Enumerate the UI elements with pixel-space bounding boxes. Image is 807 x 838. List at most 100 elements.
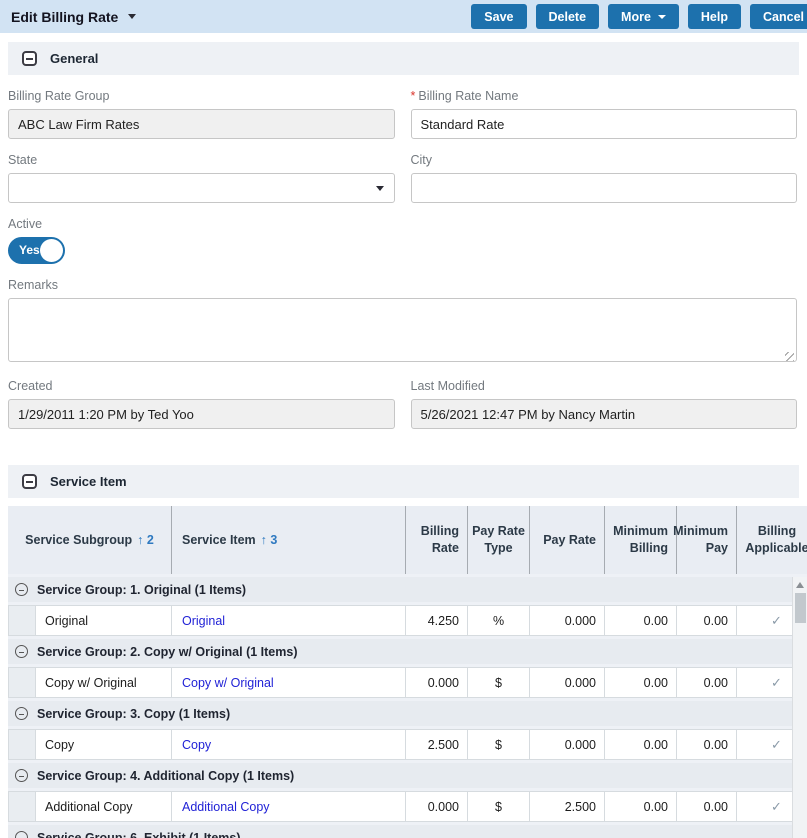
remarks-field[interactable] bbox=[8, 298, 797, 362]
table-header-row: Service Subgroup ↑ 2 Service Item ↑ 3 Bi… bbox=[8, 506, 807, 574]
scrollbar-thumb[interactable] bbox=[795, 593, 806, 623]
delete-button-label: Delete bbox=[549, 10, 587, 24]
column-header-minimum-pay[interactable]: Minimum Pay bbox=[677, 506, 737, 574]
state-select[interactable] bbox=[8, 173, 395, 203]
service-item-cell: Original bbox=[172, 605, 406, 636]
check-icon: ✓ bbox=[771, 799, 782, 815]
row-indent-cell bbox=[8, 729, 36, 760]
billing-rate-name-field[interactable] bbox=[411, 109, 798, 139]
table-row: Copy w/ Original Copy w/ Original 0.000 … bbox=[8, 667, 807, 698]
table-row: Additional Copy Additional Copy 0.000 $ … bbox=[8, 791, 807, 822]
service-item-cell: Additional Copy bbox=[172, 791, 406, 822]
delete-button[interactable]: Delete bbox=[536, 4, 600, 29]
city-field[interactable] bbox=[411, 173, 798, 203]
toggle-knob bbox=[40, 239, 63, 262]
minimum-billing-cell: 0.00 bbox=[605, 605, 677, 636]
created-field bbox=[8, 399, 395, 429]
group-header-row: Service Group: 4. Additional Copy (1 Ite… bbox=[8, 763, 807, 788]
column-header-minimum-billing[interactable]: Minimum Billing bbox=[605, 506, 677, 574]
collapse-group-icon[interactable] bbox=[15, 645, 28, 658]
chevron-down-icon bbox=[376, 186, 384, 191]
service-subgroup-cell: Copy w/ Original bbox=[36, 667, 172, 698]
check-icon: ✓ bbox=[771, 613, 782, 629]
collapse-icon[interactable] bbox=[22, 51, 37, 66]
collapse-group-icon[interactable] bbox=[15, 769, 28, 782]
more-button[interactable]: More bbox=[608, 4, 679, 29]
cancel-button[interactable]: Cancel bbox=[750, 4, 807, 29]
group-header-label: Service Group: 1. Original (1 Items) bbox=[37, 583, 246, 597]
group-header-row: Service Group: 6. Exhibit (1 Items) bbox=[8, 825, 807, 838]
billing-rate-name-label-text: Billing Rate Name bbox=[418, 89, 518, 103]
service-item-section-title: Service Item bbox=[50, 474, 127, 489]
required-asterisk: * bbox=[411, 89, 416, 103]
minimum-pay-cell: 0.00 bbox=[677, 791, 737, 822]
column-header-label: Pay Rate bbox=[543, 532, 596, 549]
table-row: Original Original 4.250 % 0.000 0.00 0.0… bbox=[8, 605, 807, 636]
pay-rate-type-cell: $ bbox=[468, 791, 530, 822]
scroll-up-icon[interactable] bbox=[796, 582, 804, 588]
minimum-pay-cell: 0.00 bbox=[677, 667, 737, 698]
last-modified-label: Last Modified bbox=[411, 379, 798, 393]
service-item-link[interactable]: Original bbox=[182, 614, 225, 628]
pay-rate-cell: 0.000 bbox=[530, 667, 605, 698]
remarks-wrap bbox=[8, 298, 797, 365]
column-header-billing-applicable[interactable]: Billing Applicable bbox=[737, 506, 807, 574]
save-button[interactable]: Save bbox=[471, 4, 526, 29]
column-header-label: Pay Rate Type bbox=[468, 523, 529, 557]
column-header-service-subgroup[interactable]: Service Subgroup ↑ 2 bbox=[8, 506, 172, 574]
collapse-icon[interactable] bbox=[22, 474, 37, 489]
minimum-billing-cell: 0.00 bbox=[605, 791, 677, 822]
column-header-label: Billing Applicable bbox=[737, 523, 807, 557]
service-item-cell: Copy bbox=[172, 729, 406, 760]
save-button-label: Save bbox=[484, 10, 513, 24]
service-item-section-header: Service Item bbox=[8, 465, 799, 498]
page-title: Edit Billing Rate bbox=[11, 9, 118, 25]
service-item-link[interactable]: Copy w/ Original bbox=[182, 676, 274, 690]
column-header-label: Minimum Billing bbox=[613, 523, 668, 557]
collapse-group-icon[interactable] bbox=[15, 831, 28, 838]
column-header-pay-rate[interactable]: Pay Rate bbox=[530, 506, 605, 574]
help-button-label: Help bbox=[701, 10, 728, 24]
page-title-menu[interactable]: Edit Billing Rate bbox=[11, 9, 136, 25]
collapse-group-icon[interactable] bbox=[15, 707, 28, 720]
column-header-service-item[interactable]: Service Item ↑ 3 bbox=[172, 506, 406, 574]
collapse-group-icon[interactable] bbox=[15, 583, 28, 596]
billing-rate-group-field bbox=[8, 109, 395, 139]
pay-rate-cell: 0.000 bbox=[530, 729, 605, 760]
minimum-pay-cell: 0.00 bbox=[677, 729, 737, 760]
row-indent-cell bbox=[8, 605, 36, 636]
last-modified-field bbox=[411, 399, 798, 429]
help-button[interactable]: Help bbox=[688, 4, 741, 29]
billing-rate-cell: 0.000 bbox=[406, 667, 468, 698]
chevron-down-icon bbox=[658, 15, 666, 19]
service-item-link[interactable]: Additional Copy bbox=[182, 800, 270, 814]
billing-rate-group-label: Billing Rate Group bbox=[8, 89, 395, 103]
group-header-row: Service Group: 2. Copy w/ Original (1 It… bbox=[8, 639, 807, 664]
pay-rate-cell: 2.500 bbox=[530, 791, 605, 822]
group-header-row: Service Group: 3. Copy (1 Items) bbox=[8, 701, 807, 726]
column-header-billing-rate[interactable]: Billing Rate bbox=[406, 506, 468, 574]
group-header-label: Service Group: 2. Copy w/ Original (1 It… bbox=[37, 645, 297, 659]
remarks-label: Remarks bbox=[8, 278, 797, 292]
billing-rate-cell: 2.500 bbox=[406, 729, 468, 760]
table-vertical-scrollbar[interactable] bbox=[792, 577, 807, 838]
column-header-pay-rate-type[interactable]: Pay Rate Type bbox=[468, 506, 530, 574]
column-header-label: Service Subgroup bbox=[25, 532, 132, 549]
chevron-down-icon bbox=[128, 14, 136, 19]
general-section-header: General bbox=[8, 42, 799, 75]
billing-rate-cell: 0.000 bbox=[406, 791, 468, 822]
more-button-label: More bbox=[621, 10, 651, 24]
active-toggle-state: Yes bbox=[19, 243, 40, 257]
active-label: Active bbox=[8, 217, 797, 231]
pay-rate-cell: 0.000 bbox=[530, 605, 605, 636]
minimum-billing-cell: 0.00 bbox=[605, 667, 677, 698]
service-item-link[interactable]: Copy bbox=[182, 738, 211, 752]
group-header-row: Service Group: 1. Original (1 Items) bbox=[8, 577, 807, 602]
row-indent-cell bbox=[8, 667, 36, 698]
service-subgroup-cell: Copy bbox=[36, 729, 172, 760]
pay-rate-type-cell: $ bbox=[468, 729, 530, 760]
sort-indicator: ↑ 3 bbox=[261, 532, 278, 549]
active-toggle[interactable]: Yes bbox=[8, 237, 65, 264]
billing-rate-cell: 4.250 bbox=[406, 605, 468, 636]
group-header-label: Service Group: 3. Copy (1 Items) bbox=[37, 707, 230, 721]
